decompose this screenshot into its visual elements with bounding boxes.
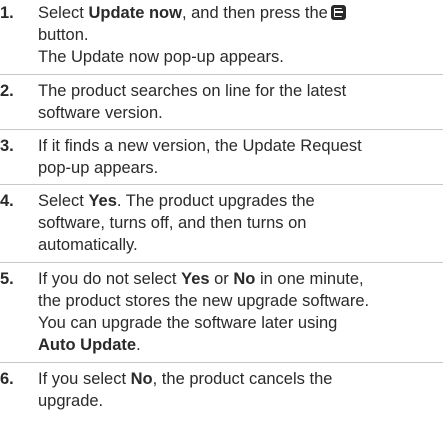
step-line: pop-up appears. (38, 159, 159, 177)
step-line: upgrade. (38, 392, 104, 410)
instruction-steps: 1. Select Update now, and then press the… (0, 0, 443, 447)
text-run: If you select (38, 370, 131, 388)
step-text: If it finds a new version, the Update Re… (38, 135, 438, 179)
step-divider (0, 362, 443, 363)
step-line: If you do not select Yes or No in one mi… (38, 268, 438, 290)
text-run: Select (38, 4, 89, 22)
step-line: software version. (38, 104, 163, 122)
step-number: 3. (0, 137, 14, 155)
bold-term: Auto Update (38, 336, 137, 354)
bold-term: Update now (88, 4, 182, 22)
step-line: The Update now pop-up appears. (38, 48, 284, 66)
step-text: Select Yes. The product upgrades the sof… (38, 190, 438, 256)
step-line: Select Update now, and then press the (38, 2, 438, 24)
step-line: You can upgrade the software later using (38, 314, 338, 332)
step-divider (0, 262, 443, 263)
text-run: or (209, 270, 234, 288)
text-run: in one minute, (255, 270, 364, 288)
step-number: 2. (0, 82, 14, 100)
step-line: Select Yes. The product upgrades the (38, 190, 438, 212)
text-run: . (136, 336, 141, 354)
bold-term: No (130, 370, 153, 388)
step-number: 6. (0, 370, 14, 388)
step-divider (0, 184, 443, 185)
text-run: , the product cancels the (152, 370, 333, 388)
step-number: 4. (0, 192, 14, 210)
step-text: If you do not select Yes or No in one mi… (38, 268, 438, 356)
bold-term: Yes (181, 270, 210, 288)
bold-term: No (233, 270, 256, 288)
step-line: button. (38, 26, 89, 44)
step-divider (0, 74, 443, 75)
text-run: , and then press the (181, 4, 328, 22)
text-run: Select (38, 192, 89, 210)
step-divider (0, 129, 443, 130)
text-run: . The product upgrades the (116, 192, 315, 210)
enter-button-icon (330, 5, 346, 20)
step-line: Auto Update. (38, 334, 438, 356)
step-number: 1. (0, 4, 14, 22)
step-line: The product searches on line for the lat… (38, 82, 347, 100)
step-line: If it finds a new version, the Update Re… (38, 137, 362, 155)
step-line: If you select No, the product cancels th… (38, 368, 438, 390)
step-text: Select Update now, and then press the bu… (38, 2, 438, 68)
step-number: 5. (0, 270, 14, 288)
step-line: software, turns off, and then turns on (38, 214, 307, 232)
step-text: The product searches on line for the lat… (38, 80, 438, 124)
step-line: the product stores the new upgrade softw… (38, 292, 370, 310)
bold-term: Yes (88, 192, 117, 210)
step-text: If you select No, the product cancels th… (38, 368, 438, 412)
step-line: automatically. (38, 236, 138, 254)
text-run: If you do not select (38, 270, 182, 288)
